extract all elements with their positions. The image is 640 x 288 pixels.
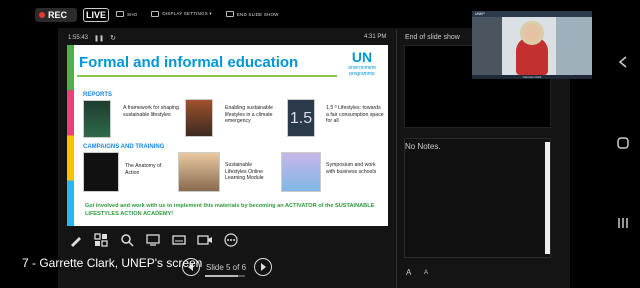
campaign-cover-anatomy	[83, 152, 119, 192]
pen-icon[interactable]	[67, 231, 85, 249]
title-underline	[77, 75, 337, 77]
notes-text: No Notes.	[405, 142, 441, 151]
timer: 1:55:43 ❚❚ ↻	[68, 34, 116, 42]
live-badge[interactable]: LIVE	[83, 8, 109, 22]
end-slide-show-button[interactable]: END SLIDE SHOW	[225, 11, 279, 17]
display-icon	[151, 11, 160, 17]
call-to-action: Get involved and work with us to impleme…	[85, 203, 375, 217]
report-text: A framework for shaping sustainable life…	[123, 105, 179, 118]
slide-color-bar	[67, 45, 74, 226]
slides-grid-icon[interactable]	[92, 231, 110, 249]
campaign-cover-online-module	[178, 152, 220, 192]
participant-video[interactable]: UNEP Garrette Clark	[472, 11, 592, 79]
report-text: 1.5 º Lifestyles: towards a fair consump…	[326, 105, 384, 125]
rec-dot-icon	[39, 12, 45, 18]
panel-divider	[396, 30, 397, 288]
notes-panel[interactable]	[404, 138, 551, 258]
un-environment-logo: UN environment programme	[340, 49, 384, 78]
campaign-text: Symposium and work with business schools	[326, 162, 377, 175]
video-header: UNEP	[472, 11, 592, 17]
logo-main: UN	[351, 49, 373, 65]
report-cover-framework	[83, 100, 111, 138]
screen-share-label: 7 - Garrette Clark, UNEP's screen	[22, 256, 203, 270]
subtitles-icon[interactable]	[170, 231, 188, 249]
reset-timer-icon[interactable]: ↻	[110, 34, 116, 42]
toolbar-item-label: SHO	[127, 11, 138, 17]
clock: 4:31 PM	[364, 34, 387, 40]
notes-scrollbar[interactable]	[545, 142, 550, 254]
next-slide-button[interactable]	[254, 258, 272, 276]
pause-icon[interactable]: ❚❚	[94, 35, 104, 42]
campaign-text: Sustainable Lifestyles Online Learning M…	[225, 162, 264, 182]
campaigns-heading: CAMPAIGNS AND TRAINING	[83, 144, 165, 150]
slide-title: Formal and informal education	[79, 54, 299, 71]
increase-font-button[interactable]: A	[406, 268, 411, 277]
camera-icon[interactable]	[196, 231, 214, 249]
next-slide-label: End of slide show	[405, 34, 460, 41]
show-taskbar-button[interactable]: SHO	[116, 11, 137, 17]
more-icon[interactable]	[222, 231, 240, 249]
home-icon[interactable]	[614, 134, 632, 152]
slide-counter: Slide 5 of 6	[206, 263, 247, 272]
reports-heading: REPORTS	[83, 92, 113, 98]
report-cover-1-5: 1.5	[287, 99, 315, 137]
campaign-cover-symposium	[281, 152, 321, 192]
report-cover-climate	[185, 99, 213, 137]
taskbar-icon	[116, 11, 124, 17]
slide-progress-fill	[205, 275, 239, 277]
participant-face	[520, 21, 544, 45]
rec-label: REC	[48, 10, 68, 20]
toolbar-item-label: DISPLAY SETTINGS ▾	[162, 11, 212, 16]
decrease-font-button[interactable]: A	[424, 270, 428, 276]
back-icon[interactable]	[614, 53, 632, 71]
logo-sub-2: programme	[349, 71, 375, 77]
participant-name: Garrette Clark	[472, 75, 592, 79]
zoom-icon[interactable]	[118, 231, 136, 249]
presenter-toolbar: SHO DISPLAY SETTINGS ▾ END SLIDE SHOW	[110, 4, 470, 24]
display-settings-button[interactable]: DISPLAY SETTINGS ▾	[151, 11, 212, 17]
slide-progress-track	[205, 275, 245, 277]
elapsed-time: 1:55:43	[68, 35, 89, 41]
campaign-text: The Anatomy of Action	[125, 163, 162, 176]
toolbar-item-label: END SLIDE SHOW	[236, 11, 279, 17]
screen-icon[interactable]	[144, 231, 162, 249]
current-slide[interactable]: Formal and informal education UN environ…	[67, 45, 388, 226]
report-text: Enabling sustainable lifestyles in a cli…	[225, 105, 273, 125]
end-show-icon	[225, 11, 234, 17]
rec-badge: REC	[35, 8, 77, 22]
recents-icon[interactable]	[614, 214, 632, 232]
